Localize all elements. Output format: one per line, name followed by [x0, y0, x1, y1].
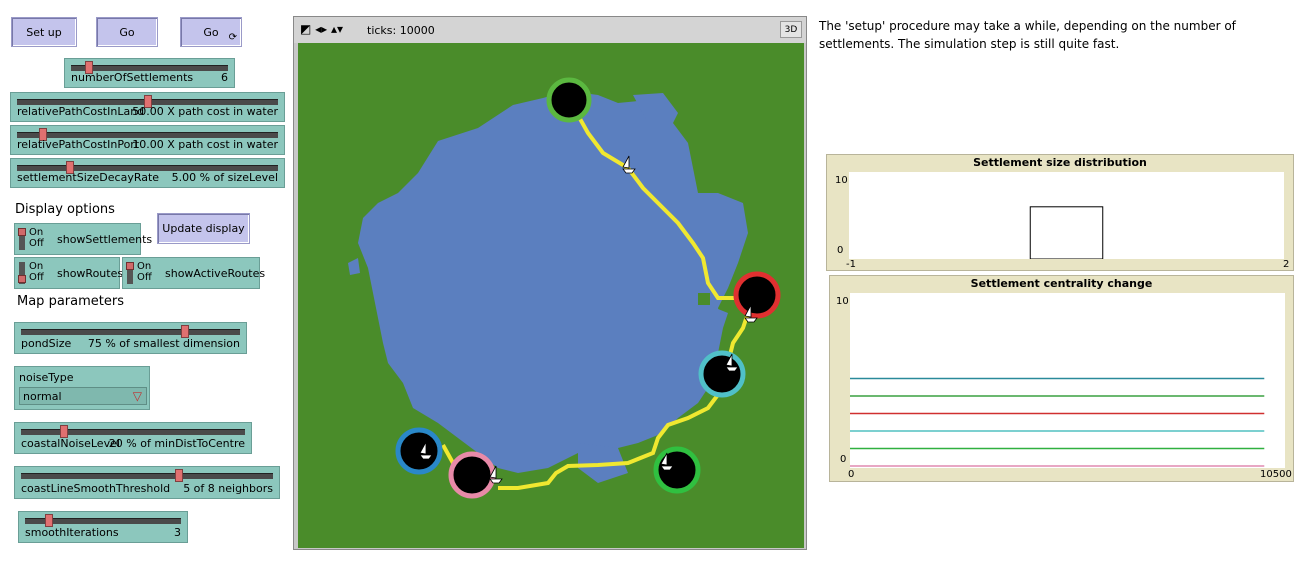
forever-icon: ⟳: [228, 32, 237, 43]
slider-value: 5 of 8 neighbors: [183, 482, 273, 495]
x-tick-label: 10500: [1260, 469, 1292, 480]
slider-value: 20 % of minDistToCentre: [108, 437, 245, 450]
switch-label: showSettlements: [57, 233, 153, 246]
plot-area: [849, 172, 1284, 260]
switch-off-label: Off: [29, 238, 44, 249]
switch-on-label: On: [29, 261, 44, 272]
plot-area: [850, 293, 1285, 468]
switch-off-label: Off: [137, 272, 152, 283]
slider-label: coastalNoiseLevel: [21, 437, 120, 450]
slider-coastLineSmoothThreshold[interactable]: coastLineSmoothThreshold 5 of 8 neighbor…: [14, 466, 280, 499]
slider-smoothIterations[interactable]: smoothIterations 3: [18, 511, 188, 543]
slider-track: [21, 473, 273, 479]
slider-coastalNoiseLevel[interactable]: coastalNoiseLevel 20 % of minDistToCentr…: [14, 422, 252, 454]
slider-label: relativePathCostInLand: [17, 105, 145, 118]
ticks-counter: ticks: 10000: [367, 24, 435, 37]
switch-on-label: On: [29, 227, 44, 238]
y-tick-label: 0: [837, 245, 844, 256]
y-tick-label: 0: [840, 454, 847, 465]
go-forever-label: Go: [203, 25, 219, 39]
switch-on-label: On: [137, 261, 152, 272]
chooser-dropdown[interactable]: normal ▽: [19, 387, 147, 405]
slider-track: [21, 429, 245, 435]
slider-label: relativePathCostInPort: [17, 138, 140, 151]
slider-label: settlementSizeDecayRate: [17, 171, 160, 184]
view-toolbar: ◩ ◂▸ ▴▾ ticks: 10000 3D: [294, 17, 806, 43]
slider-track: [21, 329, 240, 335]
settlement-red: [733, 271, 781, 319]
view-control-icons[interactable]: ◩ ◂▸ ▴▾: [300, 22, 343, 36]
settlement-green-south: [653, 446, 701, 494]
settlement-cyan: [698, 350, 746, 398]
switch-knob[interactable]: [18, 228, 26, 236]
switch-knob[interactable]: [18, 275, 26, 283]
slider-value: 50.00 X path cost in water: [132, 105, 278, 118]
switch-showRoutes[interactable]: On Off showRoutes: [14, 257, 124, 289]
slider-label: coastLineSmoothThreshold: [21, 482, 171, 495]
dropdown-arrow-icon: ▽: [132, 389, 142, 403]
slider-settlementSizeDecayRate[interactable]: settlementSizeDecayRate 5.00 % of sizeLe…: [10, 158, 285, 188]
chooser-label: noiseType: [19, 371, 74, 384]
settlement-green-north: [546, 77, 592, 123]
switch-track: [18, 228, 26, 250]
switch-showActiveRoutes[interactable]: On Off showActiveRoutes: [122, 257, 265, 289]
y-tick-label: 10: [835, 175, 848, 186]
slider-thumb[interactable]: [175, 469, 183, 482]
map-parameters-heading: Map parameters: [17, 294, 124, 309]
y-tick-label: 10: [836, 296, 849, 307]
plot-size-distribution: Settlement size distribution 10 0 -1 2: [826, 154, 1294, 271]
switch-knob[interactable]: [126, 262, 134, 270]
slider-numberOfSettlements[interactable]: numberOfSettlements 6: [64, 58, 235, 88]
x-tick-label: 0: [848, 469, 855, 480]
switch-track: [18, 262, 26, 284]
plot-title: Settlement size distribution: [973, 156, 1147, 169]
switch-showSettlements[interactable]: On Off showSettlements: [14, 223, 152, 255]
slider-label: numberOfSettlements: [71, 71, 194, 84]
x-tick-label: 2: [1283, 259, 1290, 270]
go-button[interactable]: Go: [96, 17, 158, 47]
settlement-blue: [395, 427, 443, 475]
slider-value: 3: [174, 526, 181, 539]
slider-value: 5.00 % of sizeLevel: [171, 171, 278, 184]
switch-label: showActiveRoutes: [165, 267, 266, 280]
slider-value: 10.00 X path cost in water: [132, 138, 278, 151]
setup-button[interactable]: Set up: [11, 17, 77, 47]
switch-label: showRoutes: [57, 267, 124, 280]
settlement-pink: [448, 451, 496, 499]
chooser-value: normal: [23, 390, 62, 403]
plot-canvas: [850, 377, 1265, 467]
x-tick-label: -1: [846, 259, 856, 270]
slider-pondSize[interactable]: pondSize 75 % of smallest dimension: [14, 322, 247, 354]
slider-relativePathCostInPort[interactable]: relativePathCostInPort 10.00 X path cost…: [10, 125, 285, 155]
slider-value: 6: [221, 71, 228, 84]
slider-value: 75 % of smallest dimension: [87, 337, 240, 350]
display-options-heading: Display options: [15, 202, 115, 217]
world-view: ◩ ◂▸ ▴▾ ticks: 10000 3D: [293, 16, 807, 550]
plot-centrality-change: Settlement centrality change 10 0 0 1050…: [829, 275, 1294, 482]
switch-off-label: Off: [29, 272, 44, 283]
go-forever-button[interactable]: Go ⟳: [180, 17, 242, 47]
histogram-bar: [1029, 206, 1104, 260]
switch-track: [126, 262, 134, 284]
plot-canvas: [1029, 206, 1104, 260]
slider-label: smoothIterations: [25, 526, 119, 539]
island: [698, 293, 710, 305]
info-text: The 'setup' procedure may take a while, …: [819, 19, 1236, 51]
plot-title: Settlement centrality change: [970, 277, 1153, 290]
slider-label: pondSize: [21, 337, 72, 350]
slider-relativePathCostInLand[interactable]: relativePathCostInLand 50.00 X path cost…: [10, 92, 285, 122]
view-3d-button[interactable]: 3D: [780, 21, 802, 38]
world-canvas[interactable]: [298, 43, 804, 548]
chooser-noiseType[interactable]: noiseType normal ▽: [14, 366, 150, 410]
update-display-button[interactable]: Update display: [157, 213, 250, 244]
